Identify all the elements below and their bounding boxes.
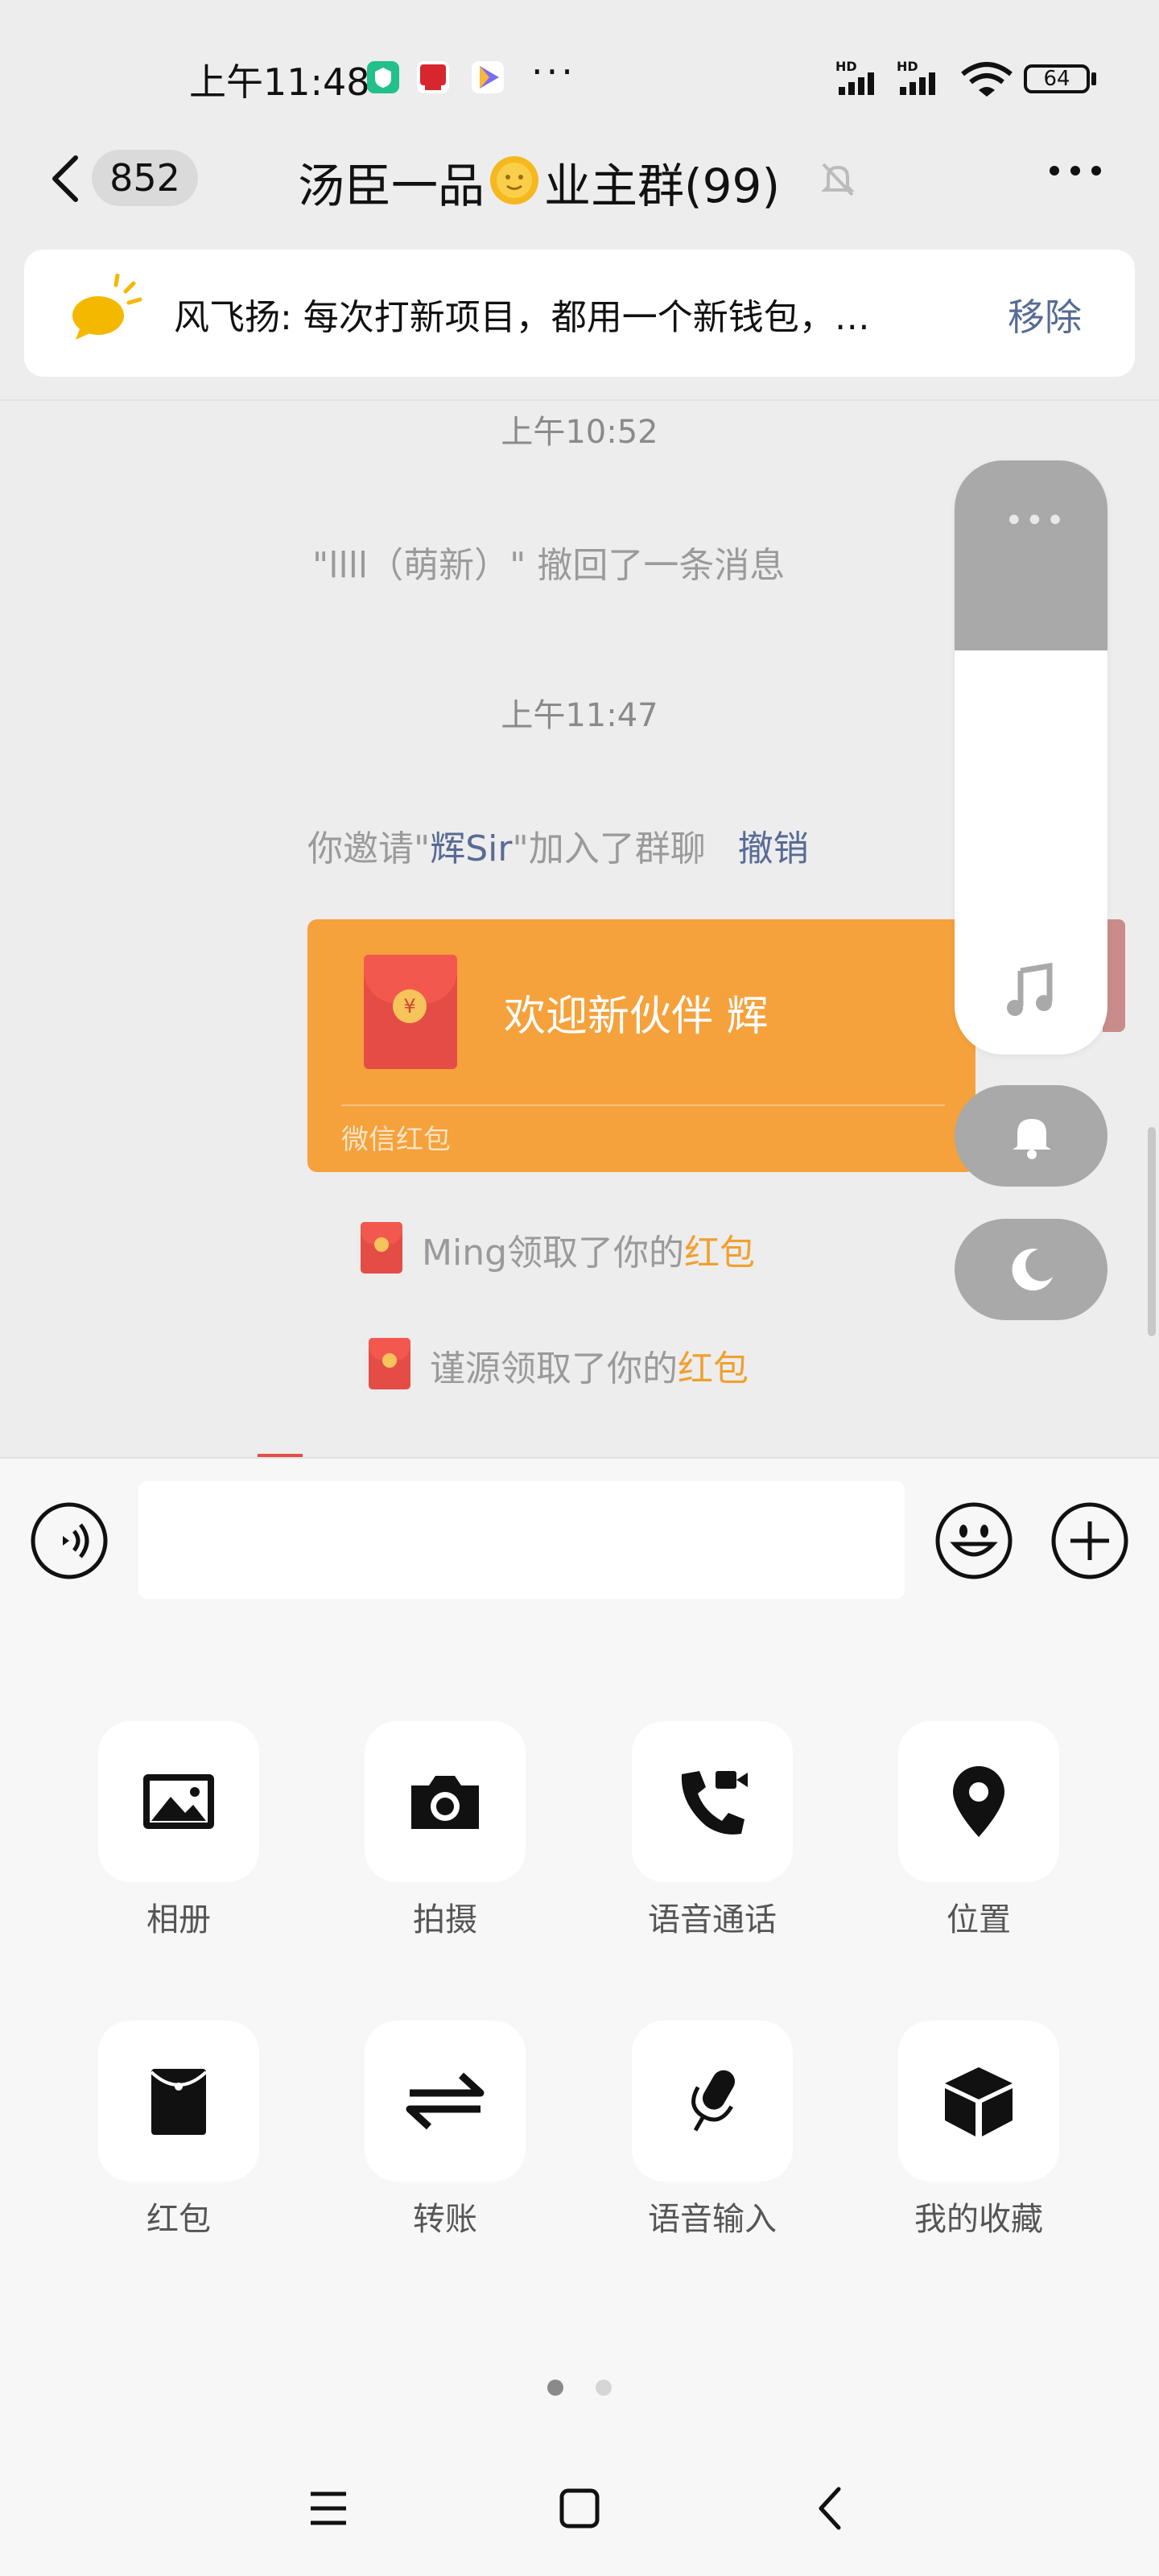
red-packet-coin-icon: ¥ <box>393 989 427 1023</box>
claim-1-envelope-icon <box>361 1222 402 1274</box>
microphone-icon <box>691 2070 735 2132</box>
invite-notice: 你邀请"辉Sir"加入了群聊 撤销 <box>307 819 809 871</box>
tool-camera-button[interactable] <box>365 1721 526 1882</box>
back-button[interactable] <box>47 153 82 208</box>
tool-album-label: 相册 <box>146 1901 211 1938</box>
panel-menu-dots[interactable]: ••• <box>1004 502 1066 539</box>
tool-transfer-label: 转账 <box>413 2201 477 2238</box>
claim-2-envelope-icon <box>369 1338 410 1389</box>
tool-album-button[interactable] <box>98 1721 259 1882</box>
tool-voice-call-label: 语音通话 <box>648 1901 777 1938</box>
claim-1-text: Ming领取了你的 <box>422 1232 685 1274</box>
header-divider <box>0 399 1159 401</box>
battery-tip <box>1091 72 1096 85</box>
ring-mode-button[interactable] <box>955 1085 1107 1187</box>
timestamp-1: 上午10:52 <box>501 414 658 451</box>
sun-emoji-icon <box>486 152 542 220</box>
status-more-indicator: ··· <box>531 50 576 93</box>
do-not-disturb-button[interactable] <box>955 1219 1107 1320</box>
chat-scrollbar[interactable] <box>1148 1127 1156 1336</box>
emoji-button-icon[interactable] <box>934 1501 1014 1584</box>
camera-icon <box>411 1776 479 1829</box>
invite-undo-link[interactable]: 撤销 <box>738 828 809 869</box>
tool-favorites-button[interactable] <box>898 2021 1059 2182</box>
nav-back-icon[interactable] <box>813 2484 845 2536</box>
chat-title-part2: 业主群(99) <box>544 159 781 213</box>
music-note-icon <box>1001 960 1062 1024</box>
tool-location-label: 位置 <box>947 1901 1011 1938</box>
chat-title-part1: 汤臣一品 <box>298 159 485 213</box>
transfer-icon <box>406 2072 485 2130</box>
bell-icon <box>1006 1109 1058 1164</box>
timestamp-2: 上午11:47 <box>501 697 658 734</box>
pinned-message-text: 风飞扬: 每次打新项目，都用一个新钱包，… <box>174 297 870 338</box>
tool-red-packet-button[interactable] <box>98 2021 259 2182</box>
voice-input-toggle-icon[interactable] <box>29 1501 109 1584</box>
claim-1-link[interactable]: 红包 <box>684 1232 755 1274</box>
pinned-remove-button[interactable]: 移除 <box>1008 288 1082 341</box>
play-store-notification-icon <box>472 61 504 93</box>
more-options-button[interactable] <box>1046 159 1104 185</box>
tool-voice-call-button[interactable] <box>632 1721 793 1882</box>
chat-title[interactable]: 汤臣一品 业主群(99) <box>298 148 780 220</box>
invite-suffix: "加入了群聊 <box>512 828 706 869</box>
voice-call-icon <box>681 1771 748 1835</box>
invite-prefix: 你邀请" <box>307 828 431 869</box>
cellular-signal-icon: HD <box>834 59 898 101</box>
invite-name-link[interactable]: 辉Sir <box>430 828 512 869</box>
location-pin-icon <box>953 1766 1004 1837</box>
tool-voice-input-button[interactable] <box>632 2021 793 2182</box>
cellular-signal-2-icon: HD <box>895 59 959 101</box>
tool-camera-label: 拍摄 <box>413 1901 477 1938</box>
tool-location-button[interactable] <box>898 1721 1059 1882</box>
more-functions-plus-icon[interactable] <box>1050 1501 1130 1584</box>
claim-2-link[interactable]: 红包 <box>678 1348 749 1389</box>
tool-transfer-button[interactable] <box>365 2021 526 2182</box>
moon-icon <box>1006 1243 1058 1298</box>
claim-2-notice: 谨源领取了你的红包 <box>430 1340 749 1391</box>
red-packet-title: 欢迎新伙伴 辉 <box>504 993 769 1041</box>
battery-indicator: 64 <box>1024 64 1090 93</box>
nav-menu-icon[interactable] <box>307 2487 349 2533</box>
network-type-1: HD <box>835 60 857 74</box>
page-indicator-2[interactable] <box>596 2380 612 2396</box>
recall-notice: "llll（萌新）" 撤回了一条消息 <box>312 545 786 586</box>
unread-count-badge[interactable]: 852 <box>92 150 198 206</box>
tool-favorites-label: 我的收藏 <box>914 2201 1043 2238</box>
app-notification-icon <box>367 61 399 93</box>
shopping-app-notification-icon <box>417 61 449 93</box>
status-time: 上午11:48 <box>189 60 370 104</box>
claim-2-text: 谨源领取了你的 <box>430 1348 678 1389</box>
mute-bell-icon <box>817 158 859 203</box>
message-input[interactable] <box>138 1481 905 1599</box>
red-packet-icon <box>150 2069 208 2135</box>
pinned-speech-icon <box>64 273 145 349</box>
red-packet-divider <box>341 1104 945 1106</box>
volume-level-fill <box>955 460 1107 651</box>
favorites-box-icon <box>945 2067 1013 2136</box>
tool-red-packet-label: 红包 <box>146 2201 211 2238</box>
page-indicator-1[interactable] <box>547 2380 563 2396</box>
red-packet-label: 微信红包 <box>341 1124 451 1156</box>
wifi-icon <box>959 60 1014 101</box>
tool-voice-input-label: 语音输入 <box>648 2201 777 2238</box>
photo-album-icon <box>143 1774 214 1829</box>
volume-slider-panel[interactable]: ••• <box>955 460 1107 1055</box>
nav-home-icon[interactable] <box>557 2486 602 2534</box>
claim-1-notice: Ming领取了你的红包 <box>422 1224 755 1275</box>
network-type-2: HD <box>897 60 918 74</box>
